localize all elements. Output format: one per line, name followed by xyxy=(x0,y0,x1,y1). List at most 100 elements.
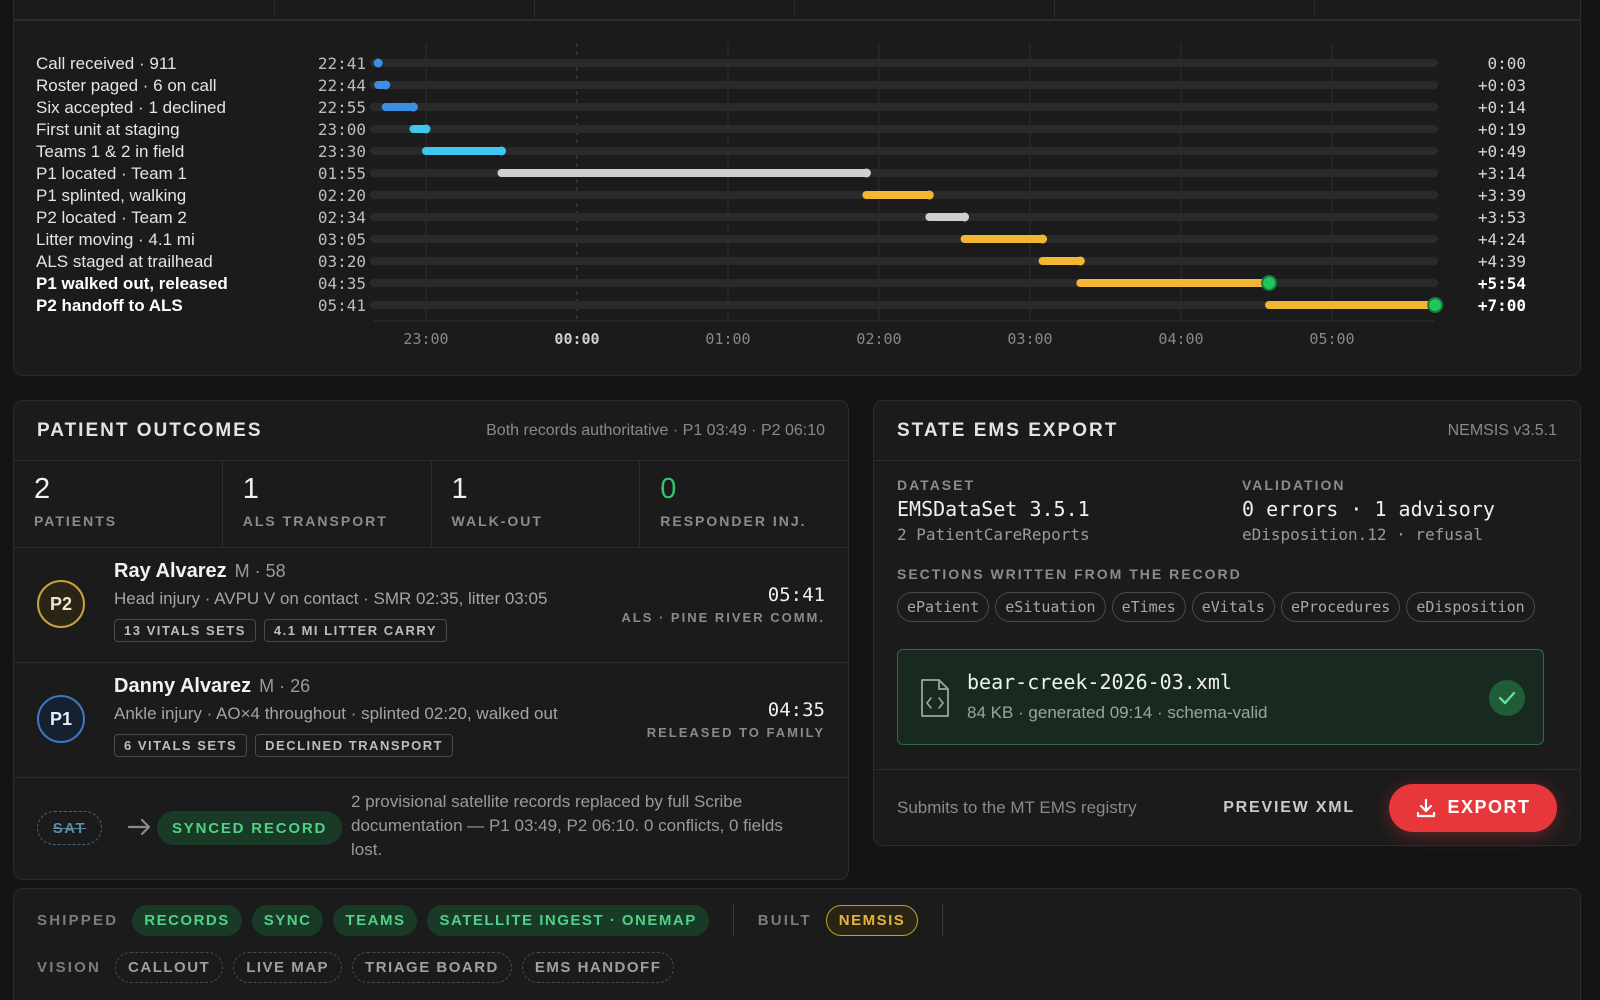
export-file-card[interactable]: bear-creek-2026-03.xml 84 KB · generated… xyxy=(897,649,1544,745)
patient-outcomes-panel: PATIENT OUTCOMES Both records authoritat… xyxy=(13,400,849,880)
validation-label: VALIDATION xyxy=(1242,477,1346,493)
section-chip: eDisposition xyxy=(1406,592,1535,622)
event-label: P2 located · Team 2 xyxy=(36,208,187,227)
stat-value: 0 xyxy=(660,473,677,505)
dataset-sub: 2 PatientCareReports xyxy=(897,525,1090,544)
preview-xml-button[interactable]: PREVIEW XML xyxy=(1223,799,1355,817)
outcomes-meta: Both records authoritative · P1 03:49 · … xyxy=(486,421,825,439)
event-marker xyxy=(421,124,431,134)
timeline-axis-tick: 03:00 xyxy=(1007,330,1052,348)
export-footer-text: Submits to the MT EMS registry xyxy=(897,797,1137,817)
patient-meta: M · 58 xyxy=(234,561,286,581)
divider xyxy=(732,903,734,937)
state-ems-export-panel: STATE EMS EXPORT NEMSIS v3.5.1 DATASET E… xyxy=(873,400,1581,846)
stat-label: ALS TRANSPORT xyxy=(242,513,388,529)
validation-block: VALIDATION 0 errors · 1 advisory eDispos… xyxy=(1242,477,1495,544)
sync-description: 2 provisional satellite records replaced… xyxy=(351,792,783,859)
event-label: Six accepted · 1 declined xyxy=(36,98,226,117)
top-strip xyxy=(13,0,1581,20)
check-icon xyxy=(1489,680,1525,716)
outcome-stats: 2 PATIENTS 1 ALS TRANSPORT 1 WALK-OUT 0 … xyxy=(14,461,848,548)
timeline-axis-tick: 00:00 xyxy=(554,330,599,348)
event-elapsed: +3:53 xyxy=(1478,208,1526,227)
satellite-record-pill: SAT xyxy=(37,811,102,845)
outcomes-title: PATIENT OUTCOMES xyxy=(37,419,263,441)
sync-row: SAT SYNCED RECORD 2 provisional satellit… xyxy=(14,778,848,878)
vision-pill: CALLOUT xyxy=(115,952,224,983)
dataset-label: DATASET xyxy=(897,477,976,493)
event-marker xyxy=(861,168,871,178)
patient-badge: P2 xyxy=(37,580,85,628)
stat-patients: 2 PATIENTS xyxy=(14,461,223,547)
timeline-panel: 23:00 00:00 01:00 02:00 03:00 04:00 05:00 Call … xyxy=(13,20,1581,376)
patient-tag: 6 VITALS SETS xyxy=(114,734,248,757)
patient-badge: P1 xyxy=(37,695,85,743)
download-icon xyxy=(1417,798,1436,817)
timeline-axis-tick: 01:00 xyxy=(705,330,750,348)
event-time: 22:55 xyxy=(318,98,366,117)
shipped-pill: SATELLITE INGEST · ONEMAP xyxy=(427,904,709,936)
shipped-pill: SYNC xyxy=(251,904,324,936)
event-time: 01:55 xyxy=(318,164,366,183)
patient-destination: RELEASED TO FAMILY xyxy=(646,725,825,740)
patient-row-p1[interactable]: P1 Danny Alvarez M · 26 Ankle injury · AO… xyxy=(14,663,848,778)
event-marker xyxy=(1038,234,1048,244)
stat-value: 2 xyxy=(34,473,51,505)
patient-time: 04:35 xyxy=(767,699,825,721)
event-time: 03:05 xyxy=(318,230,366,249)
section-chip: eProcedures xyxy=(1280,592,1401,622)
patient-tag: 13 VITALS SETS xyxy=(114,619,256,642)
section-chip: eSituation xyxy=(995,592,1106,622)
shipped-label: SHIPPED xyxy=(37,911,119,929)
built-pill: NEMSIS xyxy=(825,904,919,936)
event-label: Roster paged · 6 on call xyxy=(36,76,217,95)
stat-als-transport: 1 ALS TRANSPORT xyxy=(223,461,432,547)
patient-description: Ankle injury · AO×4 throughout · splinte… xyxy=(114,704,558,723)
event-label: Call received · 911 xyxy=(36,54,176,73)
event-marker xyxy=(1427,297,1444,313)
stat-value: 1 xyxy=(242,473,259,505)
stat-label: WALK-OUT xyxy=(451,513,543,529)
event-label: P2 handoff to ALS xyxy=(36,296,183,315)
event-label: ALS staged at trailhead xyxy=(36,252,213,271)
patient-description: Head injury · AVPU V on contact · SMR 02… xyxy=(114,589,548,608)
event-time: 02:20 xyxy=(318,186,366,205)
event-time: 05:41 xyxy=(318,296,366,315)
roadmap-status-panel: SHIPPED RECORDS SYNC TEAMS SATELLITE ING… xyxy=(13,888,1581,1000)
event-marker xyxy=(408,102,418,112)
export-button[interactable]: EXPORT xyxy=(1389,783,1557,832)
timeline-axis-tick: 04:00 xyxy=(1158,330,1203,348)
event-label: P1 located · Team 1 xyxy=(36,164,187,183)
vision-pill: EMS HANDOFF xyxy=(521,952,675,983)
timeline-axis-tick: 05:00 xyxy=(1309,330,1354,348)
stat-label: RESPONDER INJ. xyxy=(660,513,807,529)
stat-responder-injuries: 0 RESPONDER INJ. xyxy=(640,461,848,547)
event-label: Litter moving · 4.1 mi xyxy=(36,230,195,249)
file-meta: 84 KB · generated 09:14 · schema-valid xyxy=(967,703,1268,722)
event-elapsed: +0:03 xyxy=(1478,76,1526,95)
validation-value: 0 errors · 1 advisory xyxy=(1242,497,1495,521)
stat-label: PATIENTS xyxy=(34,513,118,529)
vision-pill: LIVE MAP xyxy=(233,952,343,983)
event-time: 23:30 xyxy=(318,142,366,161)
section-chip: ePatient xyxy=(897,592,990,622)
patient-name: Ray Alvarez xyxy=(114,560,227,582)
stat-value: 1 xyxy=(451,473,468,505)
sections-label: SECTIONS WRITTEN FROM THE RECORD xyxy=(897,566,1242,582)
timeline-chart: 23:00 00:00 01:00 02:00 03:00 04:00 05:00 Call … xyxy=(36,43,1526,348)
patient-row-p2[interactable]: P2 Ray Alvarez M · 58 Head injury · AVPU … xyxy=(14,548,848,663)
vision-label: VISION xyxy=(37,959,102,976)
event-marker xyxy=(960,212,970,222)
export-title: STATE EMS EXPORT xyxy=(897,419,1119,441)
event-elapsed: +0:49 xyxy=(1478,142,1526,161)
event-marker xyxy=(1075,256,1085,266)
event-label: Teams 1 & 2 in field xyxy=(36,142,184,161)
event-elapsed: 0:00 xyxy=(1487,54,1526,73)
event-marker xyxy=(373,58,383,68)
file-name: bear-creek-2026-03.xml xyxy=(967,670,1232,694)
event-time: 04:35 xyxy=(318,274,366,293)
event-time: 02:34 xyxy=(318,208,366,227)
patient-destination: ALS · PINE RIVER COMM. xyxy=(621,610,825,625)
vision-pill: TRIAGE BOARD xyxy=(352,952,512,983)
synced-record-pill: SYNCED RECORD xyxy=(157,811,343,845)
